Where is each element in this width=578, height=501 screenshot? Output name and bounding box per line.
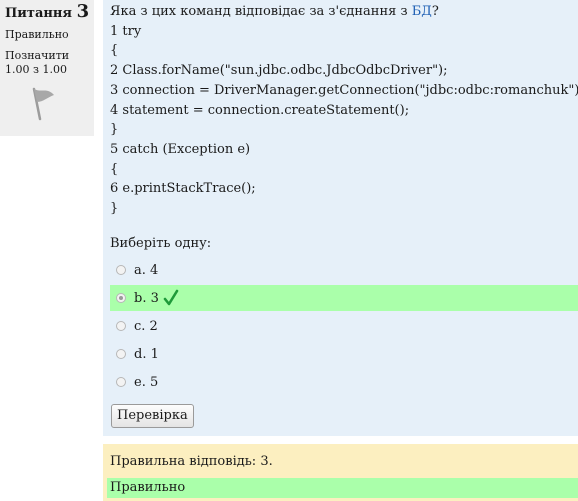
answer-option-e[interactable]: e. 5 [110,369,578,395]
code-line: 1 try [110,23,142,39]
answer-option-a[interactable]: a. 4 [110,257,578,283]
question-content: Яка з цих команд відповідає за з'єднання… [103,0,578,436]
verdict-text: Правильно [107,478,578,498]
question-number-value: 3 [76,1,90,22]
answer-radio[interactable] [116,265,126,275]
answer-radio[interactable] [116,349,126,359]
question-state: Правильно [5,28,69,41]
question-number: Питання 3 [5,3,89,22]
code-line: } [110,122,119,138]
answer-option-b[interactable]: b. 3 [110,285,578,311]
question-text: Яка з цих команд відповідає за з'єднання… [110,2,578,219]
answer-option-d[interactable]: d. 1 [110,341,578,367]
code-line: } [110,201,119,217]
code-line: 6 e.printStackTrace(); [110,181,256,197]
flag-question-label[interactable]: Позначити [5,49,89,63]
code-line: 2 Class.forName("sun.jdbc.odbc.JdbcOdbcD… [110,63,448,79]
question-mark: 1.00 з 1.00 [5,63,67,76]
answer-radio[interactable] [116,321,126,331]
question-text-end: ? [431,4,439,19]
answer-label[interactable]: c. 2 [134,319,158,334]
feedback-panel: Правильна відповідь: 3. Правильно [103,444,578,501]
answer-label[interactable]: d. 1 [134,347,159,362]
code-line: 5 catch (Exception e) [110,141,251,157]
answer-radio[interactable] [116,377,126,387]
answer-label[interactable]: e. 5 [134,375,158,390]
quiz-page: Питання 3 Правильно Позначити 1.00 з 1.0… [0,0,578,501]
right-answer-text: Правильна відповідь: 3. [110,454,273,469]
question-label: Питання [5,6,73,21]
code-line: 4 statement = connection.createStatement… [110,102,410,118]
flag-icon[interactable] [27,85,57,121]
question-text-start: Яка з цих команд відповідає за з'єднання… [110,4,412,19]
check-button[interactable]: Перевірка [111,404,194,428]
answer-label[interactable]: b. 3 [134,291,159,306]
question-grade: Позначити 1.00 з 1.00 [5,49,89,77]
answer-radio[interactable] [116,293,126,303]
code-line: { [110,161,119,177]
code-line: { [110,43,119,59]
answer-option-c[interactable]: c. 2 [110,313,578,339]
question-info-panel: Питання 3 Правильно Позначити 1.00 з 1.0… [0,0,94,136]
glossary-link[interactable]: БД [412,4,432,19]
answer-prompt: Виберіть одну: [110,236,212,251]
answer-label[interactable]: a. 4 [134,263,158,278]
check-mark-icon [163,289,179,306]
code-line: 3 connection = DriverManager.getConnecti… [110,82,578,98]
